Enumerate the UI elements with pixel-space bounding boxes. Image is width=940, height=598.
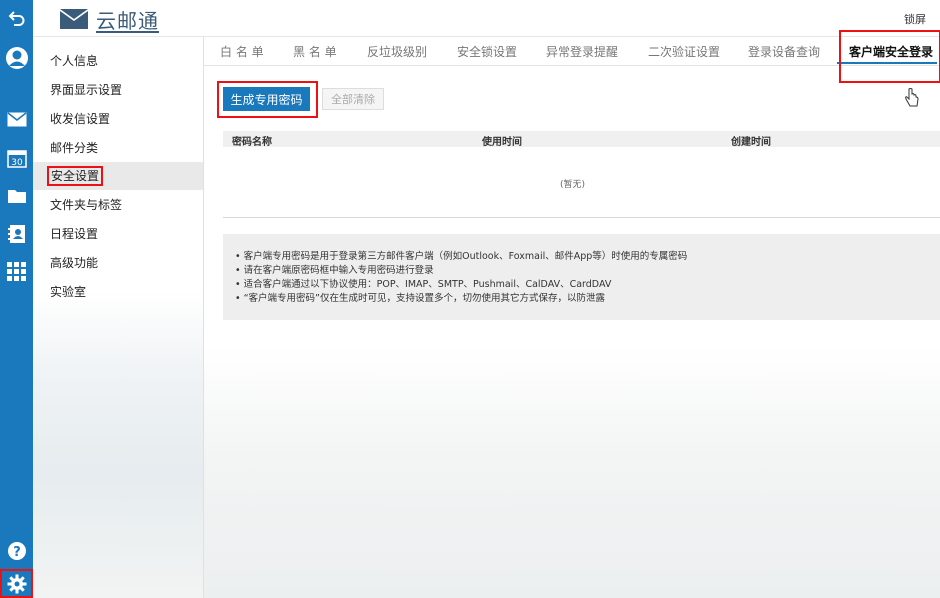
highlight-box-active-tab [839, 30, 940, 83]
tip-item: 请在客户端原密码框中输入专用密码进行登录 [235, 264, 940, 278]
folder-icon[interactable] [0, 182, 33, 210]
hand-cursor-icon [905, 88, 919, 107]
logo-text: 云邮通 [96, 8, 159, 33]
back-icon[interactable] [0, 4, 33, 32]
table-divider [223, 217, 940, 218]
svg-text:30: 30 [11, 158, 23, 168]
logo-envelope-icon [60, 9, 88, 29]
svg-text:?: ? [13, 545, 21, 560]
menu-item-personal-info[interactable]: 个人信息 [33, 47, 203, 75]
tab-security-lock[interactable]: 安全锁设置 [457, 43, 517, 60]
mail-icon[interactable] [0, 105, 33, 133]
security-tabs: 白 名 单 黑 名 单 反垃圾级别 安全锁设置 异常登录提醒 二次验证设置 登录… [204, 37, 940, 66]
tab-login-devices[interactable]: 登录设备查询 [748, 43, 820, 60]
lock-screen-link[interactable]: 锁屏 [904, 11, 926, 27]
main-panel: 白 名 单 黑 名 单 反垃圾级别 安全锁设置 异常登录提醒 二次验证设置 登录… [203, 30, 940, 598]
contacts-icon[interactable] [0, 220, 33, 248]
icon-rail: 30 ? [0, 0, 33, 598]
menu-item-calendar-settings[interactable]: 日程设置 [33, 220, 203, 248]
tab-blacklist[interactable]: 黑 名 单 [293, 43, 337, 60]
table-header: 密码名称 使用时间 创建时间 [223, 131, 940, 148]
generate-password-button[interactable]: 生成专用密码 [223, 87, 310, 111]
column-use-time: 使用时间 [482, 137, 522, 148]
menu-item-folders-labels[interactable]: 文件夹与标签 [33, 191, 203, 219]
calendar-icon[interactable]: 30 [0, 144, 33, 172]
tip-item: “客户端专用密码”仅在生成时可见，支持设置多个，切勿使用其它方式保存，以防泄露 [235, 292, 940, 306]
column-create-time: 创建时间 [731, 137, 771, 148]
tip-item: 客户端专用密码是用于登录第三方邮件客户端（例如Outlook、Foxmail、邮… [235, 250, 940, 264]
help-icon[interactable]: ? [0, 537, 33, 565]
user-avatar-icon[interactable] [0, 44, 33, 72]
top-header: 云邮通 锁屏 [33, 0, 940, 37]
settings-gear-icon[interactable] [0, 569, 33, 598]
column-password-name: 密码名称 [232, 137, 272, 148]
menu-item-security[interactable]: 安全设置 [33, 162, 203, 190]
tab-whitelist[interactable]: 白 名 单 [220, 43, 264, 60]
tab-spam-level[interactable]: 反垃圾级别 [367, 43, 427, 60]
menu-item-mail-category[interactable]: 邮件分类 [33, 134, 203, 162]
table-empty-text: (暂无) [559, 180, 586, 190]
tab-abnormal-login-alert[interactable]: 异常登录提醒 [546, 43, 618, 60]
menu-item-send-receive[interactable]: 收发信设置 [33, 105, 203, 133]
app-logo[interactable]: 云邮通 [58, 6, 159, 33]
menu-item-lab[interactable]: 实验室 [33, 278, 203, 306]
menu-item-display-settings[interactable]: 界面显示设置 [33, 76, 203, 104]
tips-box: 客户端专用密码是用于登录第三方邮件客户端（例如Outlook、Foxmail、邮… [223, 234, 940, 320]
settings-menu: 个人信息 界面显示设置 收发信设置 邮件分类 安全设置 文件夹与标签 日程设置 … [33, 37, 203, 598]
apps-grid-icon[interactable] [0, 258, 33, 286]
menu-item-advanced[interactable]: 高级功能 [33, 249, 203, 277]
tip-item: 适合客户端通过以下协议使用：POP、IMAP、SMTP、Pushmail、Cal… [235, 278, 940, 292]
tab-two-step-verification[interactable]: 二次验证设置 [648, 43, 720, 60]
clear-all-button[interactable]: 全部清除 [322, 88, 384, 110]
